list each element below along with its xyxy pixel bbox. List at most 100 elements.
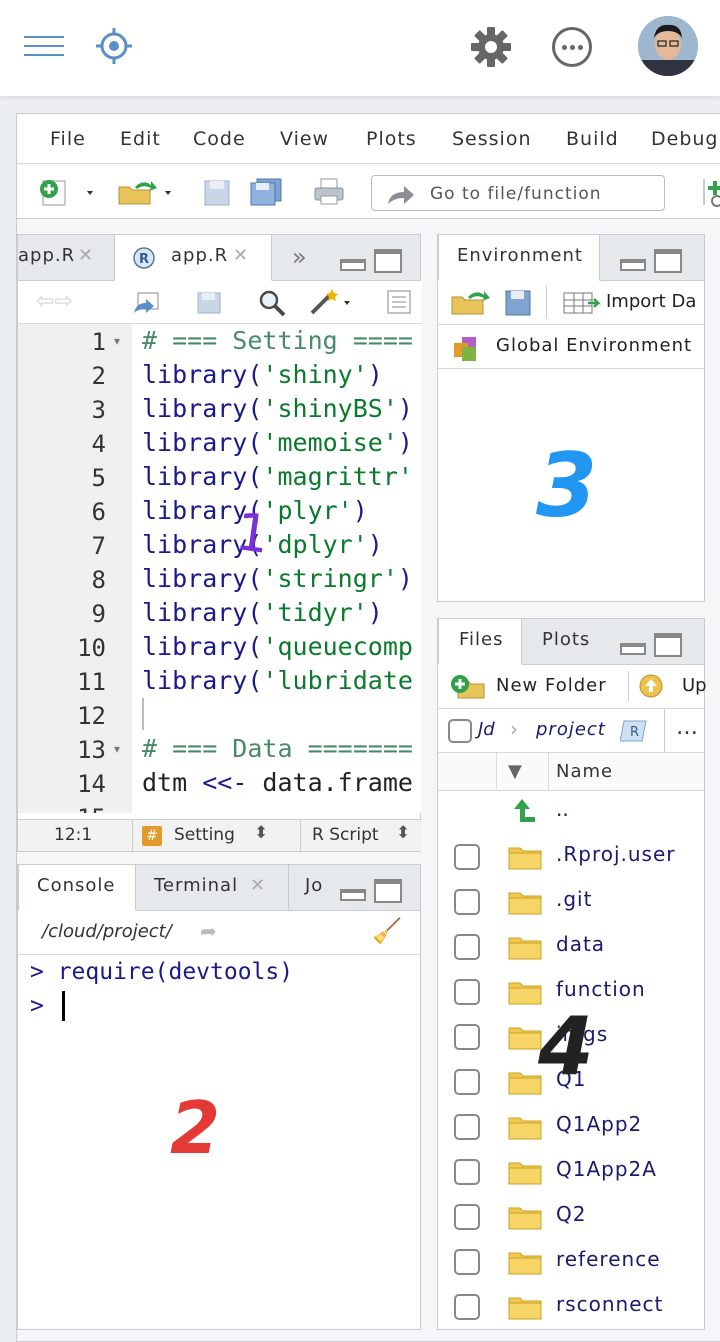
new-file-icon[interactable] bbox=[37, 179, 101, 207]
clear-console-broom-icon[interactable]: 🧹 bbox=[372, 917, 402, 945]
file-checkbox[interactable] bbox=[454, 1114, 480, 1140]
file-checkbox[interactable] bbox=[454, 1204, 480, 1230]
maximize-pane-icon[interactable] bbox=[654, 249, 682, 273]
code-editor[interactable]: 1 ▾ # === Setting ==== 2 library('shiny') 3 li… bbox=[18, 323, 422, 813]
back-arrow-icon[interactable]: ⇦⇨ bbox=[36, 289, 73, 314]
breadcrumb-parent[interactable]: Jd bbox=[478, 719, 495, 740]
select-all-checkbox[interactable] bbox=[448, 719, 472, 743]
minimize-pane-icon[interactable] bbox=[620, 643, 646, 655]
pane-window-buttons[interactable] bbox=[340, 249, 402, 273]
menu-debug[interactable]: Debug bbox=[651, 128, 718, 150]
tab-environment[interactable]: Environment bbox=[438, 235, 600, 281]
print-icon[interactable] bbox=[313, 177, 345, 207]
save-all-icon[interactable] bbox=[249, 177, 285, 207]
pane-window-buttons[interactable] bbox=[620, 633, 682, 657]
more-files-options-icon[interactable]: … bbox=[676, 715, 698, 740]
menu-plots[interactable]: Plots bbox=[366, 128, 417, 150]
file-checkbox[interactable] bbox=[454, 934, 480, 960]
editor-tab-inactive[interactable]: app.R ✕ bbox=[18, 235, 112, 281]
file-checkbox[interactable] bbox=[454, 1294, 480, 1320]
go-to-directory-icon[interactable]: ➦ bbox=[200, 919, 217, 943]
file-name[interactable]: Q1App2 bbox=[556, 1112, 642, 1136]
file-row[interactable]: reference bbox=[438, 1241, 704, 1286]
sort-arrow-icon[interactable]: ▼ bbox=[508, 761, 522, 782]
hamburger-menu-icon[interactable] bbox=[24, 36, 64, 56]
upload-button[interactable]: Up bbox=[682, 675, 707, 696]
minimize-pane-icon[interactable] bbox=[620, 259, 646, 271]
save-icon[interactable] bbox=[203, 179, 233, 207]
name-column-header[interactable]: Name bbox=[556, 761, 613, 782]
file-row[interactable]: .Rproj.user bbox=[438, 836, 704, 881]
close-tab-icon[interactable]: ✕ bbox=[78, 245, 94, 266]
load-workspace-icon[interactable] bbox=[450, 289, 490, 317]
tab-terminal[interactable]: Terminal ✕ bbox=[154, 865, 294, 911]
environment-scope-selector[interactable]: Global Environment bbox=[496, 335, 692, 356]
document-outline-icon[interactable] bbox=[386, 289, 414, 315]
file-name[interactable]: data bbox=[556, 932, 605, 956]
section-dropdown-icon[interactable]: ⬍ bbox=[254, 823, 268, 843]
file-type[interactable]: R Script bbox=[312, 825, 379, 845]
code-tools-wand-icon[interactable] bbox=[308, 287, 356, 317]
menu-edit[interactable]: Edit bbox=[120, 128, 161, 150]
file-row[interactable]: rsconnect bbox=[438, 1286, 704, 1331]
target-icon[interactable] bbox=[96, 28, 132, 64]
menu-view[interactable]: View bbox=[280, 128, 329, 150]
editor-save-icon[interactable] bbox=[196, 291, 222, 315]
tab-plots[interactable]: Plots bbox=[542, 619, 612, 665]
breadcrumb-current[interactable]: project bbox=[536, 719, 606, 740]
file-name[interactable]: .git bbox=[556, 887, 592, 911]
minimize-pane-icon[interactable] bbox=[340, 259, 366, 271]
menu-file[interactable]: File bbox=[50, 128, 86, 150]
addins-icon[interactable] bbox=[703, 177, 720, 207]
file-checkbox[interactable] bbox=[454, 889, 480, 915]
close-tab-icon[interactable]: ✕ bbox=[233, 245, 249, 266]
go-to-file-input[interactable]: Go to file/function bbox=[371, 175, 665, 211]
file-row[interactable]: Q1App2A bbox=[438, 1151, 704, 1196]
new-folder-button[interactable]: New Folder bbox=[496, 675, 607, 696]
fold-toggle-icon[interactable]: ▾ bbox=[114, 334, 120, 348]
r-project-icon[interactable]: R bbox=[620, 717, 650, 745]
save-workspace-icon[interactable] bbox=[504, 289, 532, 317]
file-checkbox[interactable] bbox=[454, 979, 480, 1005]
show-in-window-icon[interactable] bbox=[132, 291, 162, 315]
find-replace-icon[interactable] bbox=[258, 289, 288, 317]
tab-jobs[interactable]: Jo bbox=[288, 865, 328, 911]
file-checkbox[interactable] bbox=[454, 1159, 480, 1185]
close-terminal-icon[interactable]: ✕ bbox=[250, 875, 266, 896]
settings-gear-icon[interactable] bbox=[470, 26, 512, 68]
pane-window-buttons[interactable] bbox=[340, 879, 402, 903]
file-row[interactable]: Q1App2 bbox=[438, 1106, 704, 1151]
maximize-pane-icon[interactable] bbox=[374, 879, 402, 903]
menu-session[interactable]: Session bbox=[452, 128, 532, 150]
file-row[interactable]: .git bbox=[438, 881, 704, 926]
maximize-pane-icon[interactable] bbox=[654, 633, 682, 657]
file-checkbox[interactable] bbox=[454, 1249, 480, 1275]
file-name[interactable]: function bbox=[556, 977, 646, 1001]
more-tabs-icon[interactable]: » bbox=[292, 243, 307, 271]
menu-code[interactable]: Code bbox=[193, 128, 246, 150]
pane-window-buttons[interactable] bbox=[620, 249, 682, 273]
file-name[interactable]: reference bbox=[556, 1247, 661, 1271]
user-avatar[interactable] bbox=[638, 16, 698, 76]
tab-console[interactable]: Console bbox=[18, 865, 136, 911]
file-name[interactable]: rsconnect bbox=[556, 1292, 663, 1316]
open-folder-icon[interactable] bbox=[117, 179, 179, 207]
more-options-icon[interactable] bbox=[552, 27, 592, 67]
file-type-dropdown-icon[interactable]: ⬍ bbox=[396, 823, 410, 843]
file-checkbox[interactable] bbox=[454, 1024, 480, 1050]
file-name[interactable]: Q2 bbox=[556, 1202, 586, 1226]
file-row[interactable]: Q2 bbox=[438, 1196, 704, 1241]
maximize-pane-icon[interactable] bbox=[374, 249, 402, 273]
import-dataset-button[interactable]: Import Da bbox=[606, 291, 696, 312]
import-dataset-icon[interactable] bbox=[562, 291, 602, 315]
parent-directory-row[interactable]: .. bbox=[438, 791, 704, 836]
file-name[interactable]: .Rproj.user bbox=[556, 842, 676, 866]
file-name[interactable]: Q1App2A bbox=[556, 1157, 657, 1181]
menu-build[interactable]: Build bbox=[566, 128, 619, 150]
fold-toggle-icon[interactable]: ▾ bbox=[114, 742, 120, 756]
file-checkbox[interactable] bbox=[454, 844, 480, 870]
current-section[interactable]: Setting bbox=[174, 825, 235, 845]
minimize-pane-icon[interactable] bbox=[340, 889, 366, 901]
editor-tab-active[interactable]: R app.R ✕ bbox=[114, 235, 272, 281]
file-row[interactable]: data bbox=[438, 926, 704, 971]
